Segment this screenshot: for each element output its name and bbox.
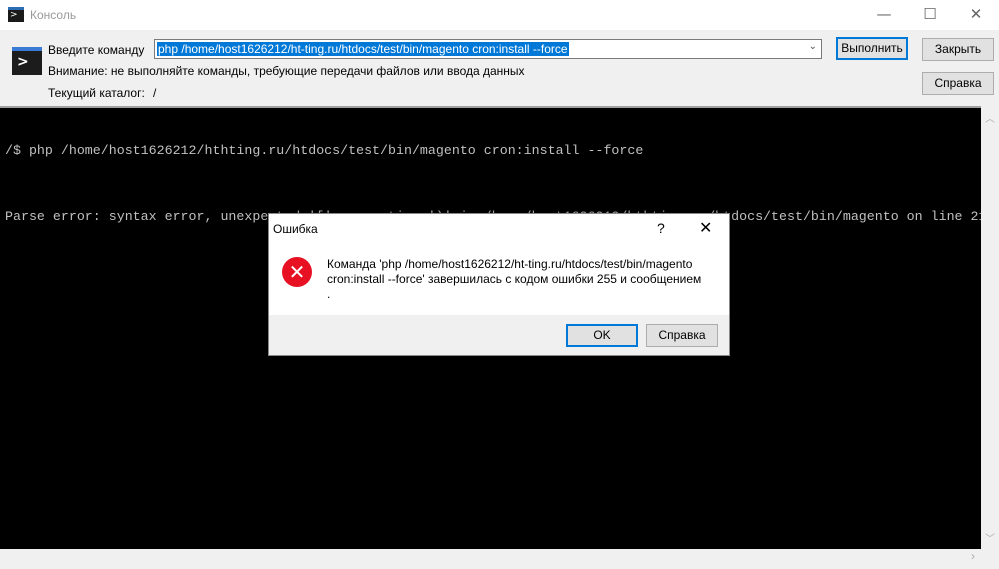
dialog-message: Команда 'php /home/host1626212/ht-ting.r…	[327, 257, 717, 302]
dialog-footer: OK Справка	[269, 315, 729, 355]
maximize-button[interactable]: ☐	[907, 0, 953, 30]
scroll-down-icon[interactable]: ﹀	[981, 530, 999, 545]
message-line: cron:install --force' завершилась с кодо…	[327, 272, 702, 286]
scroll-up-icon[interactable]: ︿	[981, 110, 999, 125]
close-console-button[interactable]: Закрыть	[922, 38, 994, 61]
horizontal-scrollbar[interactable]: ›	[0, 549, 981, 566]
minimize-button[interactable]: —	[861, 0, 907, 30]
command-input[interactable]: php /home/host1626212/ht-ting.ru/htdocs/…	[154, 39, 822, 59]
error-icon: ✕	[282, 257, 312, 287]
message-line: Команда 'php /home/host1626212/ht-ting.r…	[327, 257, 693, 271]
command-label: Введите команду	[48, 43, 145, 57]
console-icon: >	[8, 7, 24, 22]
title-bar: > Консоль — ☐ ✕	[0, 0, 999, 30]
scroll-right-icon[interactable]: ›	[971, 549, 975, 563]
dialog-close-icon[interactable]: ✕	[699, 218, 712, 237]
current-dir-value: /	[153, 86, 157, 100]
dialog-title: Ошибка	[273, 222, 318, 236]
current-dir-label: Текущий каталог:	[48, 86, 145, 100]
close-button[interactable]: ✕	[953, 0, 999, 30]
message-line: .	[327, 287, 331, 301]
dialog-help-icon[interactable]: ?	[657, 220, 665, 236]
help-button[interactable]: Справка	[922, 72, 994, 95]
window-title: Консоль	[30, 8, 77, 22]
error-dialog: Ошибка ? ✕ ✕ Команда 'php /home/host1626…	[268, 213, 730, 356]
vertical-scrollbar[interactable]: ︿ ﹀	[981, 106, 999, 549]
console-icon: >	[12, 47, 42, 75]
ok-button[interactable]: OK	[566, 324, 638, 347]
dialog-help-button[interactable]: Справка	[646, 324, 718, 347]
command-value[interactable]: php /home/host1626212/ht-ting.ru/htdocs/…	[157, 42, 569, 56]
chevron-down-icon[interactable]: ⌄	[809, 41, 817, 52]
terminal-line: /$ php /home/host1626212/hthting.ru/htdo…	[5, 143, 644, 158]
warning-text: Внимание: не выполняйте команды, требующ…	[48, 64, 525, 78]
run-button[interactable]: Выполнить	[836, 37, 908, 60]
